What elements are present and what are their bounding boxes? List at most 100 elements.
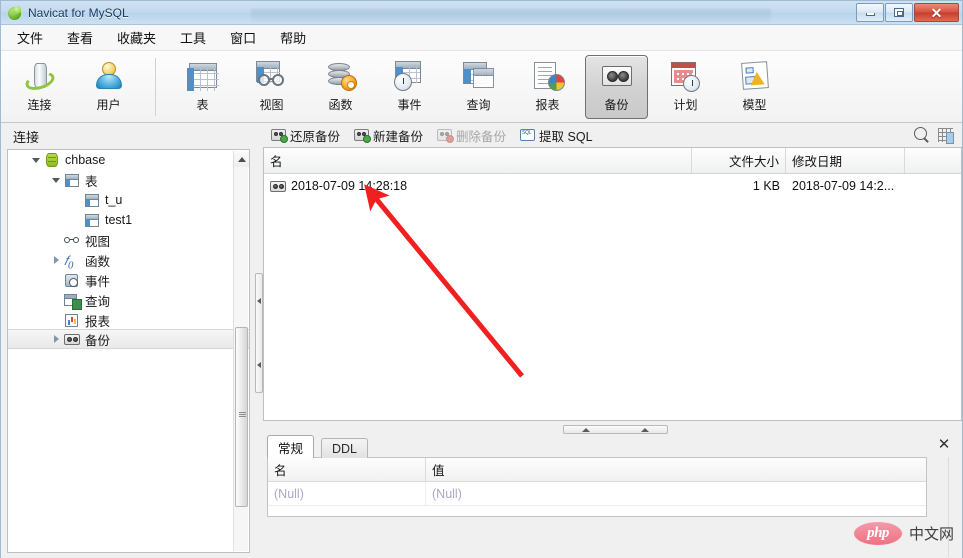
chevron-right-icon[interactable] bbox=[50, 333, 62, 345]
menu-item-help[interactable]: 帮助 bbox=[268, 25, 318, 50]
toolbar-button-backup[interactable]: 备份 bbox=[585, 54, 648, 119]
tree-item-functions[interactable]: 𝑓0 函数 bbox=[8, 250, 249, 271]
cell-name: 2018-07-09 14:28:18 bbox=[264, 179, 692, 193]
close-icon[interactable]: ✕ bbox=[936, 437, 952, 453]
toolbar-button-function[interactable]: 函数 bbox=[309, 55, 372, 119]
cell-name-text: 2018-07-09 14:28:18 bbox=[291, 179, 408, 193]
menu-item-favorites[interactable]: 收藏夹 bbox=[105, 25, 168, 50]
tree-label-test1: test1 bbox=[105, 213, 133, 227]
detail-table-row[interactable]: (Null) (Null) bbox=[268, 482, 926, 506]
detail-column-header-value[interactable]: 值 bbox=[426, 458, 926, 481]
toolbar-button-view[interactable]: 视图 bbox=[240, 55, 303, 119]
tree-label-views: 视图 bbox=[85, 234, 111, 249]
detail-column-header-name[interactable]: 名 bbox=[268, 458, 426, 481]
main-toolbar: 连接 用户 表 视图 函数 事件 查询 报表 备份 计划 模型 bbox=[1, 51, 962, 123]
column-header-name[interactable]: 名 bbox=[264, 148, 692, 173]
tree-item-test1[interactable]: test1 bbox=[8, 210, 249, 230]
event-icon bbox=[64, 273, 80, 288]
sidebar-scrollbar[interactable] bbox=[233, 151, 249, 551]
toolbar-group-objects: 表 视图 函数 事件 查询 报表 备份 计划 模型 bbox=[168, 51, 789, 122]
toolbar-label-user: 用户 bbox=[96, 98, 121, 112]
navicat-leaf-icon bbox=[7, 4, 23, 21]
extract-sql-label: 提取 SQL bbox=[539, 129, 593, 144]
new-backup-label: 新建备份 bbox=[373, 129, 424, 144]
delete-backup-label: 删除备份 bbox=[456, 129, 507, 144]
tree-label-t-u: t_u bbox=[105, 193, 123, 207]
schedule-icon bbox=[669, 60, 703, 92]
tree-item-tables[interactable]: 表 bbox=[8, 170, 249, 190]
table-row[interactable]: 2018-07-09 14:28:18 1 KB 2018-07-09 14:2… bbox=[264, 174, 961, 198]
splitter-handle[interactable] bbox=[563, 425, 668, 434]
table-icon bbox=[64, 173, 80, 188]
backup-action-toolbar: 还原备份 新建备份 删除备份 提取 SQL bbox=[263, 123, 962, 147]
restore-backup-icon bbox=[271, 129, 288, 143]
tree-item-queries[interactable]: 查询 bbox=[8, 290, 249, 310]
tab-ddl[interactable]: DDL bbox=[321, 438, 369, 458]
chevron-down-icon[interactable] bbox=[30, 154, 42, 166]
menu-item-tools[interactable]: 工具 bbox=[168, 25, 218, 50]
tree-item-chbase[interactable]: chbase bbox=[8, 150, 249, 170]
chevron-down-icon[interactable] bbox=[50, 174, 62, 186]
toolbar-button-query[interactable]: 查询 bbox=[447, 55, 510, 119]
tree-item-events[interactable]: 事件 bbox=[8, 270, 249, 290]
restore-backup-button[interactable]: 还原备份 bbox=[265, 124, 346, 147]
toolbar-button-schedule[interactable]: 计划 bbox=[654, 55, 717, 119]
detail-table-header: 名 值 bbox=[268, 458, 926, 482]
toolbar-label-event: 事件 bbox=[397, 98, 422, 112]
column-header-filesize[interactable]: 文件大小 bbox=[692, 148, 786, 173]
column-header-modified[interactable]: 修改日期 bbox=[786, 148, 905, 173]
sidebar-header: 连接 bbox=[1, 123, 256, 149]
new-backup-button[interactable]: 新建备份 bbox=[348, 124, 429, 147]
menu-item-file[interactable]: 文件 bbox=[5, 25, 55, 50]
scrollbar-thumb[interactable] bbox=[235, 327, 248, 507]
close-button[interactable]: ✕ bbox=[914, 3, 959, 22]
sidebar: 连接 chbase 表 t_u test1 视图 𝑓0 函数 事件 查询 报表 … bbox=[1, 123, 256, 558]
toolbar-label-function: 函数 bbox=[328, 98, 353, 112]
detail-cell-name: (Null) bbox=[268, 482, 426, 505]
tree-item-backups[interactable]: 备份 bbox=[8, 329, 249, 349]
delete-backup-button[interactable]: 删除备份 bbox=[431, 124, 512, 147]
user-icon bbox=[92, 60, 126, 92]
toolbar-button-connection[interactable]: 连接 bbox=[8, 55, 71, 119]
search-icon[interactable] bbox=[914, 127, 930, 143]
backup-icon bbox=[600, 60, 634, 92]
menu-item-view[interactable]: 查看 bbox=[55, 25, 105, 50]
menu-item-window[interactable]: 窗口 bbox=[218, 25, 268, 50]
extract-sql-icon bbox=[520, 129, 536, 141]
grid-view-icon[interactable] bbox=[938, 127, 954, 144]
toolbar-button-user[interactable]: 用户 bbox=[77, 55, 140, 119]
database-icon bbox=[44, 152, 60, 168]
tree-item-views[interactable]: 视图 bbox=[8, 230, 249, 250]
toolbar-button-event[interactable]: 事件 bbox=[378, 55, 441, 119]
tree-item-t-u[interactable]: t_u bbox=[8, 190, 249, 210]
watermark: php 中文网 bbox=[853, 522, 954, 545]
horizontal-splitter[interactable] bbox=[263, 423, 962, 435]
delete-backup-icon bbox=[437, 129, 455, 143]
extract-sql-button[interactable]: 提取 SQL bbox=[514, 124, 599, 147]
detail-tabs: 常规 DDL ✕ bbox=[263, 435, 962, 458]
connection-tree[interactable]: chbase 表 t_u test1 视图 𝑓0 函数 事件 查询 报表 备份 bbox=[7, 149, 250, 553]
event-icon bbox=[393, 60, 427, 92]
toolbar-separator bbox=[155, 57, 156, 116]
titlebar-glass-blur bbox=[251, 9, 771, 23]
detail-table: 名 值 (Null) (Null) bbox=[267, 457, 927, 517]
toolbar-button-report[interactable]: 报表 bbox=[516, 55, 579, 119]
tree-label-tables: 表 bbox=[85, 174, 98, 189]
view-icon bbox=[64, 233, 80, 248]
minimize-button[interactable] bbox=[856, 3, 884, 22]
chevron-right-icon[interactable] bbox=[50, 254, 62, 266]
toolbar-label-backup: 备份 bbox=[604, 98, 629, 112]
tab-general[interactable]: 常规 bbox=[267, 435, 315, 458]
toolbar-button-model[interactable]: 模型 bbox=[723, 55, 786, 119]
scroll-up-arrow-icon[interactable] bbox=[234, 151, 249, 167]
toolbar-button-table[interactable]: 表 bbox=[171, 55, 234, 119]
php-logo-icon: php bbox=[853, 522, 902, 545]
toolbar-label-report: 报表 bbox=[535, 98, 560, 112]
report-icon bbox=[531, 60, 565, 92]
tree-item-reports[interactable]: 报表 bbox=[8, 310, 249, 330]
tree-label-backups: 备份 bbox=[85, 333, 111, 348]
toolbar-right-icons bbox=[914, 127, 962, 144]
query-icon bbox=[64, 293, 82, 310]
splitter-handle[interactable] bbox=[255, 273, 263, 393]
maximize-button[interactable] bbox=[885, 3, 913, 22]
